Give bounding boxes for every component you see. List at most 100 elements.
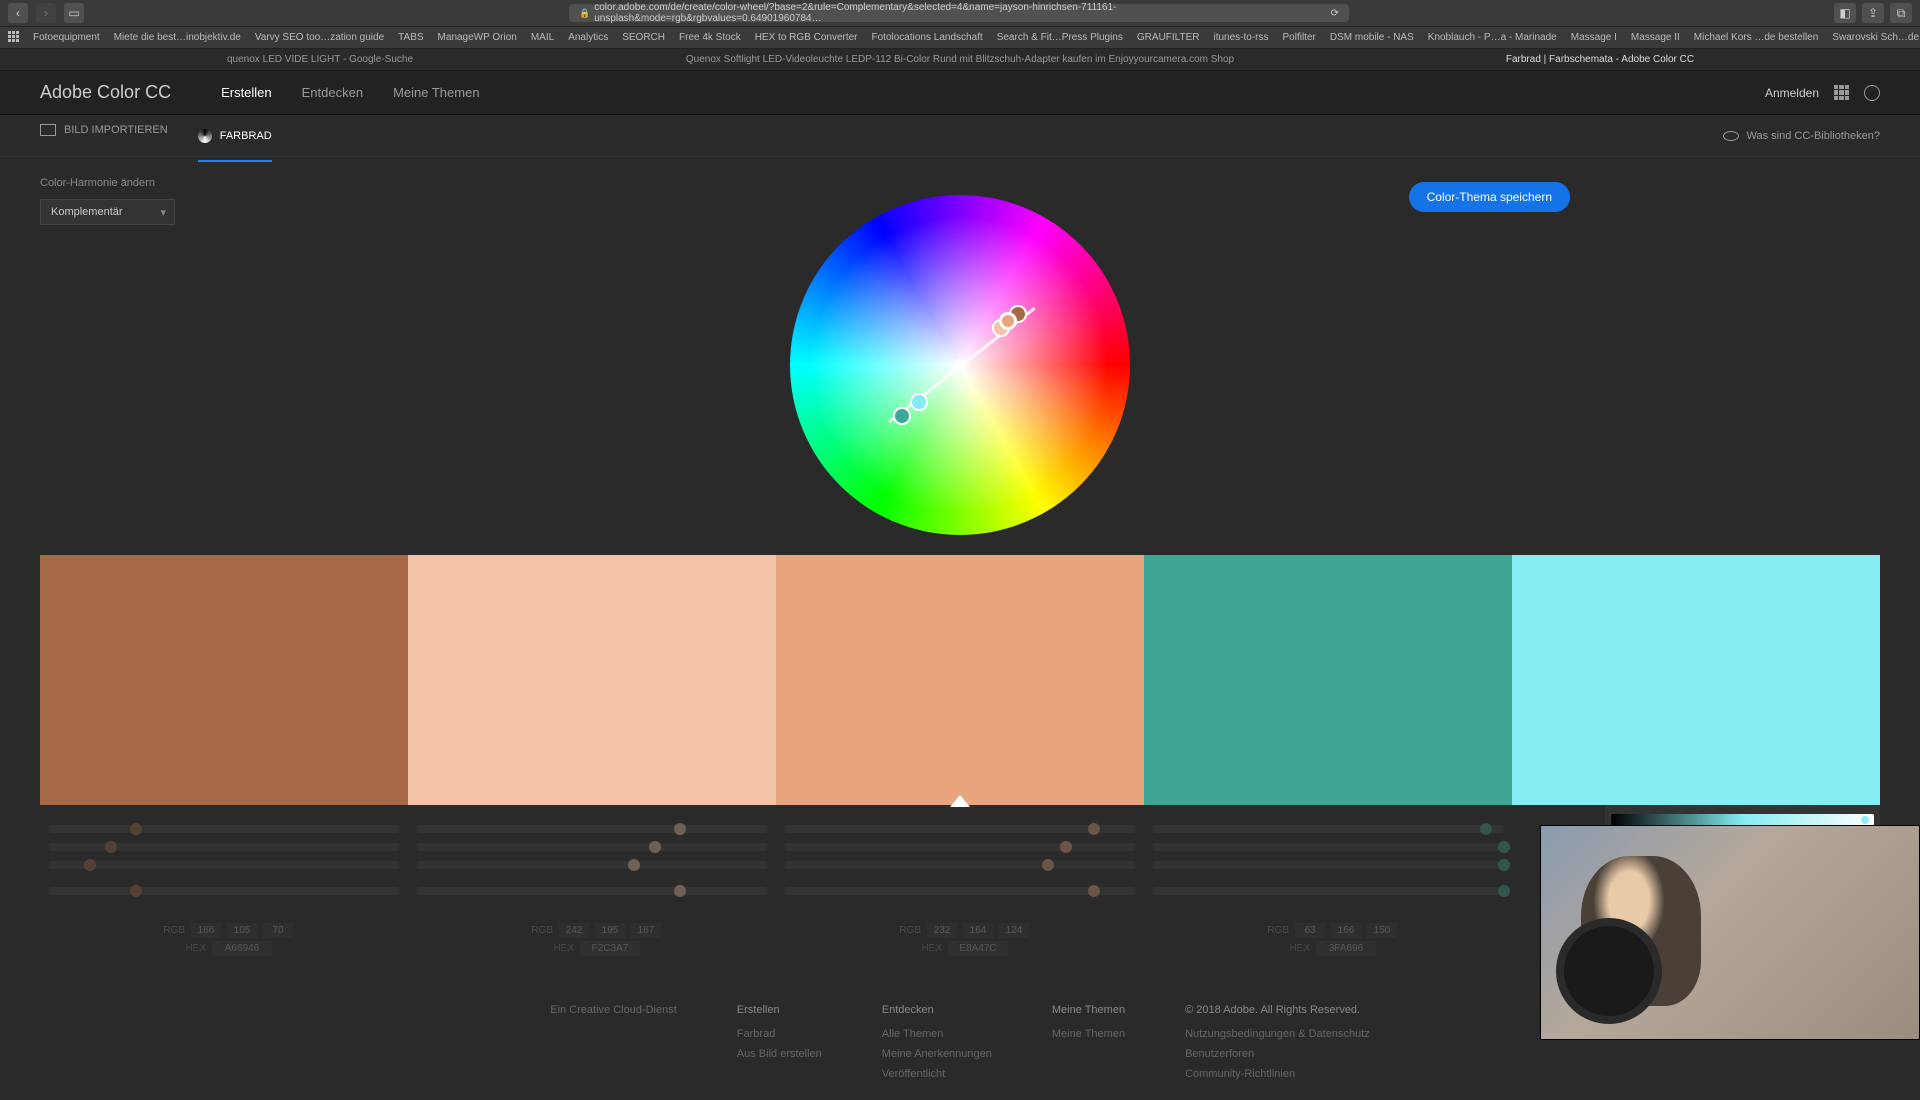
slider-handle[interactable] [1042,859,1054,871]
swatch[interactable] [40,555,408,805]
bookmark-item[interactable]: Varvy SEO too…zation guide [255,32,384,43]
hex-input[interactable] [1316,941,1376,956]
sidebar-button[interactable]: ▭ [64,3,84,23]
tabs-button[interactable]: ⧉ [1890,3,1912,23]
slider-handle[interactable] [1480,823,1492,835]
slider-handle[interactable] [1060,841,1072,853]
r-input[interactable] [191,923,221,938]
r-input[interactable] [1295,923,1325,938]
bookmark-item[interactable]: Free 4k Stock [679,32,741,43]
slider-handle[interactable] [674,823,686,835]
swatch[interactable] [776,555,1144,805]
bookmark-item[interactable]: Fotoequipment [33,32,100,43]
swatch[interactable] [408,555,776,805]
back-button[interactable]: ‹ [8,3,28,23]
share-button[interactable]: ⇪ [1862,3,1884,23]
slider-handle[interactable] [1498,841,1510,853]
footer-link[interactable]: Farbrad [737,1028,822,1040]
slider-handle[interactable] [1498,885,1510,897]
swatch[interactable] [1512,555,1880,805]
slider[interactable] [1152,825,1504,833]
b-input[interactable] [631,923,661,938]
b-input[interactable] [999,923,1029,938]
slider[interactable] [48,861,400,869]
g-input[interactable] [227,923,257,938]
bookmark-item[interactable]: MAIL [531,32,554,43]
color-wheel[interactable] [790,195,1130,535]
slider[interactable] [784,843,1136,851]
footer-link[interactable]: Community-Richtlinien [1185,1068,1370,1080]
bookmark-item[interactable]: Swarovski Sch…de bestellen [1832,32,1920,43]
slider[interactable] [784,861,1136,869]
browser-tab[interactable]: Farbrad | Farbschemata - Adobe Color CC [1280,50,1920,69]
b-input[interactable] [1367,923,1397,938]
slider-handle[interactable] [84,859,96,871]
bookmark-item[interactable]: Massage II [1631,32,1680,43]
slider-handle[interactable] [105,841,117,853]
footer-link[interactable]: Aus Bild erstellen [737,1048,822,1060]
g-input[interactable] [963,923,993,938]
r-input[interactable] [559,923,589,938]
wheel-marker[interactable] [910,393,928,411]
tab-color-wheel[interactable]: FARBRAD [198,124,272,162]
footer-link[interactable]: Alle Themen [882,1028,992,1040]
slider-handle[interactable] [1088,885,1100,897]
bookmark-item[interactable]: GRAUFILTER [1137,32,1200,43]
hex-input[interactable] [212,941,272,956]
slider[interactable] [1152,887,1504,895]
browser-tab[interactable]: quenox LED VIDE LIGHT - Google-Suche [0,50,640,69]
nav-create[interactable]: Erstellen [221,85,272,100]
bookmark-item[interactable]: HEX to RGB Converter [755,32,858,43]
slider[interactable] [416,861,768,869]
harmony-select[interactable]: Komplementär [40,199,175,225]
save-theme-button[interactable]: Color-Thema speichern [1409,182,1570,212]
bookmark-item[interactable]: Miete die best…inobjektiv.de [114,32,241,43]
reload-icon[interactable]: ⟳ [1331,8,1339,19]
swatch[interactable] [1144,555,1512,805]
wheel-marker[interactable] [893,407,911,425]
hex-input[interactable] [580,941,640,956]
slider-handle[interactable] [1088,823,1100,835]
grid-icon[interactable] [1834,85,1849,100]
nav-explore[interactable]: Entdecken [302,85,363,100]
bookmark-item[interactable]: itunes-to-rss [1213,32,1268,43]
slider-handle[interactable] [628,859,640,871]
wheel-marker[interactable] [999,312,1017,330]
bookmark-item[interactable]: Analytics [568,32,608,43]
slider[interactable] [784,887,1136,895]
footer-link[interactable]: Veröffentlicht [882,1068,992,1080]
bookmark-item[interactable]: Search & Fit…Press Plugins [997,32,1123,43]
slider-handle[interactable] [649,841,661,853]
slider[interactable] [48,843,400,851]
slider[interactable] [416,843,768,851]
bar-handle[interactable] [1860,815,1870,825]
footer-link[interactable]: Meine Themen [1052,1028,1125,1040]
browser-tab[interactable]: Quenox Softlight LED-Videoleuchte LEDP-1… [640,50,1280,69]
r-input[interactable] [927,923,957,938]
slider[interactable] [416,887,768,895]
slider[interactable] [416,825,768,833]
g-input[interactable] [1331,923,1361,938]
bookmark-item[interactable]: Michael Kors …de bestellen [1694,32,1819,43]
slider-handle[interactable] [674,885,686,897]
reader-button[interactable]: ◧ [1834,3,1856,23]
login-link[interactable]: Anmelden [1765,86,1819,100]
bookmark-item[interactable]: Fotolocations Landschaft [872,32,983,43]
bookmark-item[interactable]: SEORCH [622,32,665,43]
bookmark-item[interactable]: TABS [398,32,423,43]
help-icon[interactable] [1864,85,1880,101]
slider-handle[interactable] [130,823,142,835]
nav-themes[interactable]: Meine Themen [393,85,479,100]
slider[interactable] [1152,861,1504,869]
bookmark-item[interactable]: DSM mobile - NAS [1330,32,1414,43]
apps-icon[interactable] [8,31,19,45]
tab-import-image[interactable]: BILD IMPORTIEREN [40,124,168,148]
footer-link[interactable]: Benutzerforen [1185,1048,1370,1060]
bookmark-item[interactable]: ManageWP Orion [438,32,517,43]
slider-handle[interactable] [1498,859,1510,871]
b-input[interactable] [263,923,293,938]
slider-handle[interactable] [130,885,142,897]
footer-link[interactable]: Nutzungsbedingungen & Datenschutz [1185,1028,1370,1040]
bookmark-item[interactable]: Massage I [1571,32,1617,43]
slider[interactable] [1152,843,1504,851]
